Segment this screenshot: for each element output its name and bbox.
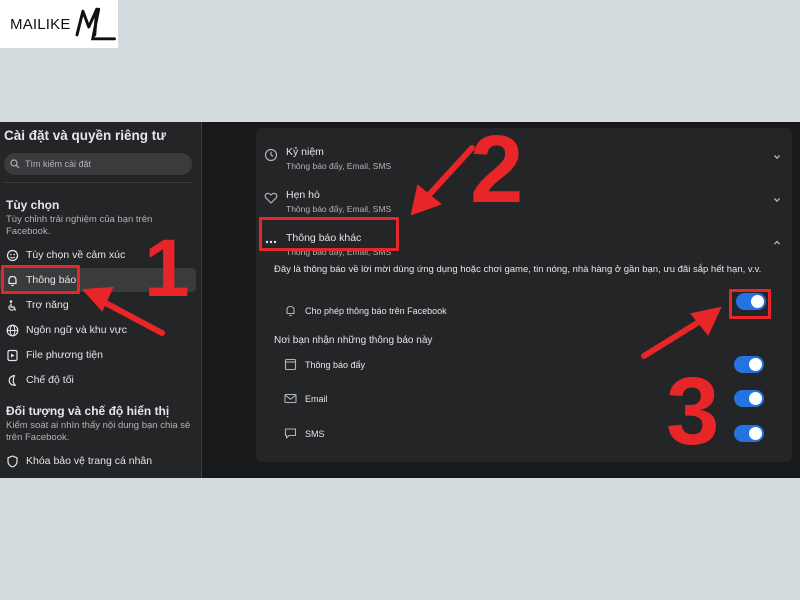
search-icon	[10, 159, 20, 169]
option-label: Thông báo đẩy	[305, 359, 366, 370]
sms-icon	[284, 428, 297, 439]
ml-logo-mark	[75, 7, 116, 41]
sidebar-item-dark-mode[interactable]: Chế độ tối	[0, 368, 196, 392]
media-icon	[6, 349, 19, 362]
sidebar-item-label: File phương tiện	[26, 349, 103, 361]
search-input[interactable]	[25, 159, 185, 169]
shield-icon	[6, 454, 19, 468]
row-title: Kỷ niệm	[286, 146, 324, 158]
option-label: SMS	[305, 428, 325, 439]
sidebar-item-label: Trợ năng	[26, 299, 69, 311]
sidebar-item-label: Ngôn ngữ và khu vực	[26, 324, 128, 336]
mailike-logo: MAILIKE	[0, 0, 118, 48]
toggle-knob	[749, 392, 762, 405]
category-description: Đây là thông báo về lời mời dùng ứng dụn…	[274, 264, 762, 275]
channel-sms: SMS	[284, 427, 325, 440]
row-dating[interactable]: Hẹn hò Thông báo đẩy, Email, SMS	[256, 179, 792, 219]
channel-email: Email	[284, 392, 328, 405]
push-icon	[284, 358, 297, 371]
sidebar-divider	[4, 182, 192, 183]
option-label: Cho phép thông báo trên Facebook	[305, 305, 447, 316]
sidebar-item-language[interactable]: Ngôn ngữ và khu vực	[0, 318, 196, 342]
push-toggle[interactable]	[734, 356, 764, 373]
reactions-icon	[6, 249, 19, 262]
sms-toggle[interactable]	[734, 425, 764, 442]
history-icon	[264, 148, 278, 162]
sidebar-item-label: Khóa bảo vệ trang cá nhân	[26, 455, 153, 467]
heart-icon	[264, 192, 278, 204]
chevron-down-icon[interactable]	[772, 195, 782, 205]
mail-icon	[284, 393, 297, 404]
step-number-3: 3	[666, 358, 720, 465]
allow-notifications-option: Cho phép thông báo trên Facebook	[284, 304, 447, 317]
step-number-1: 1	[144, 223, 190, 314]
section-audience-title: Đối tượng và chế độ hiển thị	[6, 404, 170, 418]
section-preferences-title: Tùy chọn	[6, 198, 60, 212]
chevron-down-icon[interactable]	[772, 152, 782, 162]
row-subtitle: Thông báo đẩy, Email, SMS	[286, 204, 392, 214]
globe-icon	[6, 324, 19, 337]
chevron-up-icon[interactable]	[772, 238, 782, 248]
highlight-notifications-item	[1, 265, 80, 294]
highlight-allow-toggle	[729, 289, 771, 319]
row-memories[interactable]: Kỷ niệm Thông báo đẩy, Email, SMS	[256, 136, 792, 176]
email-toggle[interactable]	[734, 390, 764, 407]
option-label: Email	[305, 393, 328, 404]
row-subtitle: Thông báo đẩy, Email, SMS	[286, 161, 392, 171]
sidebar-item-label: Chế độ tối	[26, 374, 74, 386]
highlight-other-notifications	[259, 217, 399, 251]
toggle-knob	[749, 358, 762, 371]
toggle-knob	[749, 427, 762, 440]
sidebar-title: Cài đặt và quyền riêng tư	[4, 128, 167, 143]
sidebar-item-profile-lock[interactable]: Khóa bảo vệ trang cá nhân	[0, 449, 196, 473]
bell-icon	[286, 305, 295, 317]
accessibility-icon	[6, 299, 19, 312]
sidebar-item-label: Tùy chọn về cảm xúc	[26, 249, 126, 261]
step-number-2: 2	[470, 116, 524, 223]
logo-text: MAILIKE	[10, 15, 71, 33]
row-title: Hẹn hò	[286, 189, 320, 201]
moon-icon	[6, 374, 19, 387]
sidebar-item-media[interactable]: File phương tiện	[0, 343, 196, 367]
section-audience-desc: Kiểm soát ai nhìn thấy nội dung bạn chia…	[6, 420, 191, 443]
channels-heading: Nơi bạn nhận những thông báo này	[274, 335, 433, 346]
channel-push: Thông báo đẩy	[284, 358, 365, 371]
settings-search[interactable]	[4, 153, 192, 175]
